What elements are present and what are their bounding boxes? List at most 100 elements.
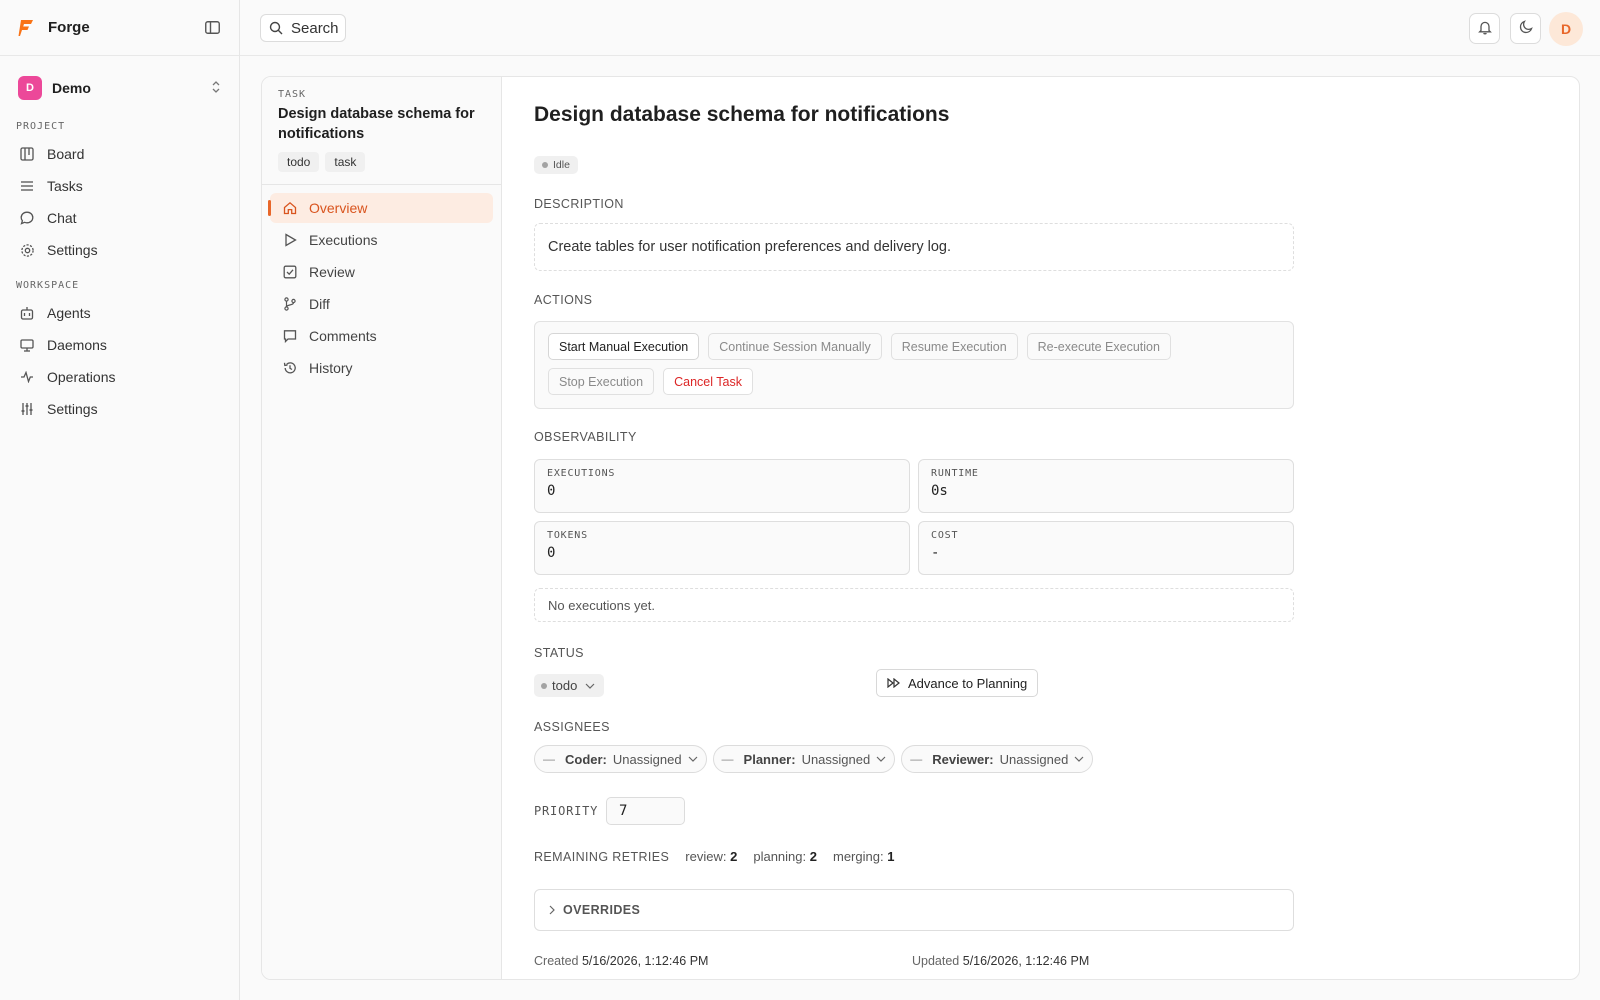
status-dot-icon (542, 162, 548, 168)
sidebar: Forge D Demo PROJECT Board Tasks Chat Se… (0, 0, 240, 1000)
moon-icon (1519, 20, 1533, 37)
status-value: todo (552, 678, 578, 693)
planner-assignee-select[interactable]: — Planner: Unassigned (712, 745, 896, 773)
observability-heading: OBSERVABILITY (534, 430, 637, 444)
chevron-down-icon (585, 683, 595, 689)
sidebar-item-workspace-settings[interactable]: Settings (0, 393, 239, 425)
reexecute-execution-button[interactable]: Re-execute Execution (1026, 333, 1171, 360)
continue-session-manually-button[interactable]: Continue Session Manually (708, 333, 882, 360)
sidebar-item-chat[interactable]: Chat (0, 202, 239, 234)
tag-type: task (325, 152, 366, 172)
chevron-down-icon (688, 756, 698, 762)
app-name: Forge (48, 19, 90, 36)
stat-value: 0 (547, 483, 556, 499)
task-header: TASK Design database schema for notifica… (262, 77, 501, 185)
assignee-value: Unassigned (612, 751, 682, 767)
topbar: Search D (240, 0, 1600, 56)
stat-label: RUNTIME (931, 468, 979, 479)
advance-to-planning-button[interactable]: Advance to Planning (876, 669, 1039, 697)
notifications-button[interactable] (1469, 13, 1500, 44)
tab-comments[interactable]: Comments (270, 321, 493, 351)
sidebar-item-label: Chat (47, 210, 77, 226)
priority-input[interactable] (606, 797, 685, 825)
dash-icon: — (721, 752, 734, 766)
org-avatar: D (18, 76, 42, 100)
status-heading: STATUS (534, 646, 584, 660)
sidebar-item-label: Settings (47, 242, 98, 258)
overrides-toggle[interactable]: OVERRIDES (534, 889, 1294, 931)
stat-value: 0s (931, 483, 948, 499)
tab-label: Overview (309, 200, 368, 216)
cancel-task-button[interactable]: Cancel Task (663, 368, 753, 395)
task-kicker: TASK (278, 89, 307, 100)
assignee-role: Planner: (743, 751, 796, 767)
stat-value: 0 (547, 545, 556, 561)
check-square-icon (282, 264, 298, 280)
resume-execution-button[interactable]: Resume Execution (890, 333, 1018, 360)
assignees-heading: ASSIGNEES (534, 720, 610, 734)
sidebar-item-tasks[interactable]: Tasks (0, 170, 239, 202)
tab-overview[interactable]: Overview (268, 193, 493, 223)
task-pane: TASK Design database schema for notifica… (262, 77, 502, 979)
overview-panel: Design database schema for notifications… (502, 77, 1579, 979)
reviewer-assignee-select[interactable]: — Reviewer: Unassigned (901, 745, 1094, 773)
updated-timestamp: Updated 5/16/2026, 1:12:46 PM (912, 954, 1090, 968)
chevron-updown-icon (211, 80, 221, 97)
stop-execution-button[interactable]: Stop Execution (548, 368, 655, 395)
git-branch-icon (282, 296, 298, 312)
play-icon (282, 232, 298, 248)
bot-icon (19, 305, 35, 321)
coder-assignee-select[interactable]: — Coder: Unassigned (534, 745, 707, 773)
tab-diff[interactable]: Diff (270, 289, 493, 319)
dash-icon: — (543, 752, 555, 766)
actions-panel: Start Manual Execution Continue Session … (534, 321, 1294, 409)
home-icon (282, 200, 298, 216)
tab-executions[interactable]: Executions (270, 225, 493, 255)
runtime-stat: RUNTIME 0s (918, 459, 1294, 513)
execution-state-badge: Idle (534, 156, 578, 174)
sidebar-item-label: Agents (47, 305, 91, 321)
sidebar-item-daemons[interactable]: Daemons (0, 329, 239, 361)
assignee-value: Unassigned (999, 751, 1069, 767)
remaining-retries: REMAINING RETRIES review: 2 planning: 2 … (534, 849, 910, 864)
board-icon (19, 146, 35, 162)
advance-label: Advance to Planning (908, 675, 1028, 691)
sidebar-item-board[interactable]: Board (0, 138, 239, 170)
tab-label: Diff (309, 296, 330, 312)
description-text[interactable]: Create tables for user notification pref… (534, 223, 1294, 271)
retry-planning: planning: 2 (753, 849, 817, 864)
section-label-workspace: WORKSPACE (16, 280, 80, 291)
sidebar-item-operations[interactable]: Operations (0, 361, 239, 393)
chevron-right-icon (549, 905, 555, 915)
overrides-label: OVERRIDES (563, 903, 641, 917)
tab-history[interactable]: History (270, 353, 493, 383)
sidebar-item-project-settings[interactable]: Settings (0, 234, 239, 266)
stat-label: EXECUTIONS (547, 468, 616, 479)
bell-icon (1477, 20, 1492, 38)
tab-review[interactable]: Review (270, 257, 493, 287)
retry-merging: merging: 1 (832, 849, 895, 864)
actions-heading: ACTIONS (534, 293, 593, 307)
theme-toggle-button[interactable] (1510, 13, 1541, 44)
list-icon (19, 178, 35, 194)
cost-stat: COST - (918, 521, 1294, 575)
sidebar-item-agents[interactable]: Agents (0, 297, 239, 329)
tab-label: History (309, 360, 353, 376)
task-tags: todo task (278, 152, 485, 172)
assignee-value: Unassigned (801, 751, 871, 767)
status-select[interactable]: todo (534, 674, 605, 697)
sliders-icon (19, 401, 35, 417)
org-switcher[interactable]: D Demo (0, 75, 239, 101)
execution-state-label: Idle (553, 159, 570, 171)
task-card: TASK Design database schema for notifica… (261, 76, 1580, 980)
stat-label: TOKENS (547, 530, 588, 541)
tab-label: Executions (309, 232, 378, 248)
user-avatar[interactable]: D (1549, 12, 1583, 46)
search-button[interactable]: Search (260, 14, 346, 42)
fast-forward-icon (887, 678, 901, 688)
executions-stat: EXECUTIONS 0 (534, 459, 910, 513)
sidebar-item-label: Daemons (47, 337, 107, 353)
sidebar-toggle-icon[interactable] (203, 19, 221, 37)
start-manual-execution-button[interactable]: Start Manual Execution (548, 333, 700, 360)
tab-label: Comments (309, 328, 377, 344)
